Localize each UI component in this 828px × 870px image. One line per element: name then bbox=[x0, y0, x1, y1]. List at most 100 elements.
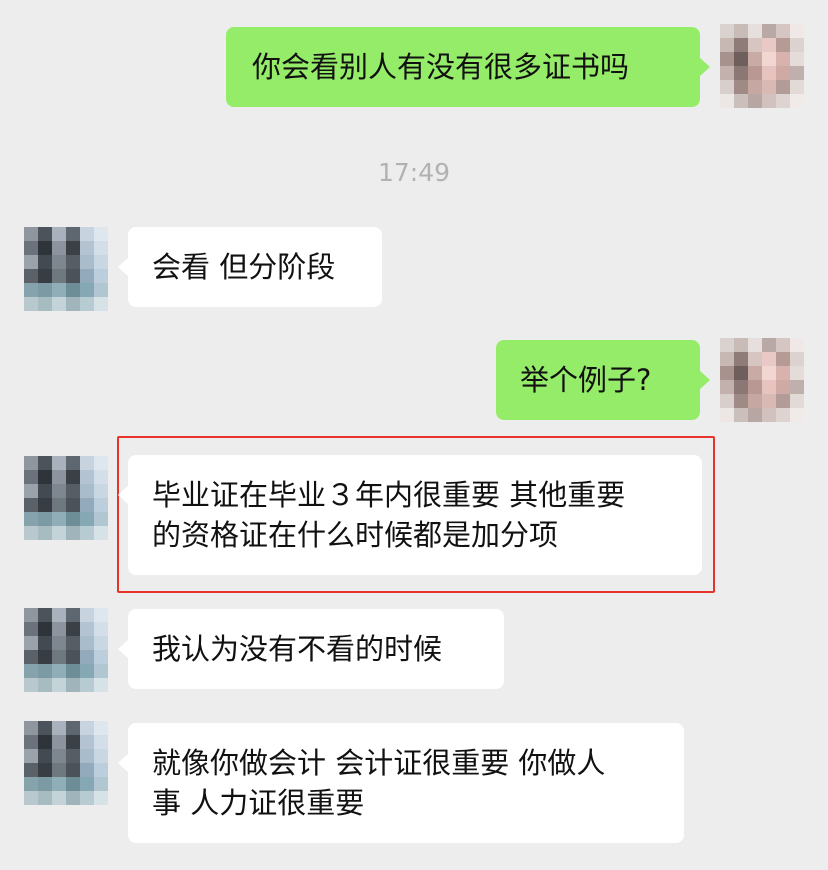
contact-avatar[interactable] bbox=[24, 456, 108, 540]
contact-avatar[interactable] bbox=[24, 227, 108, 311]
message-bubble-received[interactable]: 会看 但分阶段 bbox=[118, 227, 382, 307]
message-text: 你会看别人有没有很多证书吗 bbox=[252, 50, 630, 84]
avatar-mosaic-cell bbox=[66, 622, 80, 636]
message-text: 会看 但分阶段 bbox=[152, 250, 336, 284]
avatar-mosaic-cell bbox=[38, 735, 52, 749]
avatar-mosaic-cell bbox=[734, 52, 748, 66]
avatar-mosaic-cell bbox=[734, 66, 748, 80]
avatar-mosaic-cell bbox=[66, 763, 80, 777]
message-bubble-received-highlighted[interactable]: 毕业证在毕业３年内很重要 其他重要 的资格证在什么时候都是加分项 bbox=[118, 455, 702, 575]
avatar-mosaic-cell bbox=[748, 38, 762, 52]
avatar-mosaic-cell bbox=[762, 408, 776, 422]
message-bubble-sent[interactable]: 举个例子? bbox=[496, 340, 710, 420]
message-bubble-received[interactable]: 就像你做会计 会计证很重要 你做人 事 人力证很重要 bbox=[118, 723, 684, 843]
message-bubble-received[interactable]: 我认为没有不看的时候 bbox=[118, 609, 504, 689]
avatar-mosaic-cell bbox=[38, 470, 52, 484]
avatar-mosaic-cell bbox=[66, 241, 80, 255]
avatar-mosaic-cell bbox=[24, 650, 38, 664]
avatar-mosaic-cell bbox=[776, 352, 790, 366]
bubble-tail bbox=[118, 753, 129, 773]
avatar-mosaic-cell bbox=[790, 38, 804, 52]
avatar-mosaic-cell bbox=[762, 66, 776, 80]
avatar-mosaic-cell bbox=[94, 512, 108, 526]
avatar-mosaic-cell bbox=[720, 380, 734, 394]
avatar-mosaic-cell bbox=[762, 52, 776, 66]
avatar-mosaic-cell bbox=[94, 777, 108, 791]
avatar-mosaic-cell bbox=[720, 38, 734, 52]
avatar-mosaic-cell bbox=[734, 366, 748, 380]
avatar-mosaic-cell bbox=[24, 678, 38, 692]
avatar-mosaic-cell bbox=[94, 636, 108, 650]
avatar-mosaic-cell bbox=[24, 636, 38, 650]
avatar-mosaic-cell bbox=[762, 24, 776, 38]
avatar-mosaic-cell bbox=[38, 297, 52, 311]
avatar-mosaic-cell bbox=[38, 227, 52, 241]
avatar-mosaic-cell bbox=[38, 456, 52, 470]
avatar-mosaic-cell bbox=[80, 297, 94, 311]
avatar-mosaic-cell bbox=[66, 678, 80, 692]
avatar-mosaic-cell bbox=[734, 338, 748, 352]
avatar-mosaic-cell bbox=[66, 456, 80, 470]
avatar-mosaic-cell bbox=[52, 749, 66, 763]
avatar-mosaic-cell bbox=[24, 791, 38, 805]
avatar-mosaic-cell bbox=[80, 791, 94, 805]
avatar-mosaic-cell bbox=[790, 80, 804, 94]
avatar-mosaic-cell bbox=[66, 636, 80, 650]
avatar-mosaic-cell bbox=[94, 735, 108, 749]
avatar-mosaic-cell bbox=[748, 352, 762, 366]
bubble-tail bbox=[699, 370, 710, 390]
avatar-mosaic-cell bbox=[24, 735, 38, 749]
message-bubble-sent[interactable]: 你会看别人有没有很多证书吗 bbox=[226, 27, 710, 107]
avatar-mosaic-cell bbox=[94, 255, 108, 269]
avatar-mosaic-cell bbox=[734, 408, 748, 422]
avatar-mosaic-cell bbox=[66, 777, 80, 791]
avatar-mosaic-cell bbox=[66, 650, 80, 664]
avatar-mosaic-cell bbox=[748, 66, 762, 80]
avatar-mosaic-cell bbox=[776, 38, 790, 52]
avatar-mosaic-cell bbox=[80, 721, 94, 735]
avatar-mosaic-cell bbox=[776, 94, 790, 108]
avatar-mosaic-cell bbox=[94, 241, 108, 255]
avatar-mosaic-cell bbox=[720, 52, 734, 66]
avatar-mosaic-cell bbox=[38, 636, 52, 650]
avatar-mosaic-cell bbox=[80, 622, 94, 636]
avatar-mosaic-cell bbox=[38, 678, 52, 692]
avatar-mosaic-cell bbox=[52, 622, 66, 636]
avatar-mosaic-cell bbox=[94, 608, 108, 622]
avatar-mosaic-cell bbox=[38, 763, 52, 777]
avatar-mosaic-cell bbox=[94, 650, 108, 664]
avatar-mosaic-cell bbox=[52, 255, 66, 269]
avatar-mosaic-cell bbox=[38, 241, 52, 255]
avatar-mosaic-cell bbox=[94, 664, 108, 678]
avatar-mosaic-cell bbox=[24, 470, 38, 484]
avatar-mosaic-cell bbox=[24, 721, 38, 735]
contact-avatar[interactable] bbox=[24, 608, 108, 692]
avatar-mosaic-cell bbox=[52, 456, 66, 470]
avatar-mosaic-cell bbox=[52, 763, 66, 777]
avatar-mosaic-cell bbox=[52, 664, 66, 678]
contact-avatar[interactable] bbox=[24, 721, 108, 805]
avatar-mosaic-cell bbox=[80, 255, 94, 269]
avatar-mosaic-cell bbox=[762, 394, 776, 408]
self-avatar[interactable] bbox=[720, 338, 804, 422]
avatar-mosaic-cell bbox=[24, 763, 38, 777]
avatar-mosaic-cell bbox=[80, 735, 94, 749]
self-avatar[interactable] bbox=[720, 24, 804, 108]
avatar-mosaic-cell bbox=[748, 94, 762, 108]
avatar-mosaic-cell bbox=[52, 791, 66, 805]
avatar-mosaic-cell bbox=[66, 470, 80, 484]
avatar-mosaic-cell bbox=[762, 366, 776, 380]
avatar-mosaic-cell bbox=[720, 80, 734, 94]
avatar-mosaic-cell bbox=[94, 269, 108, 283]
avatar-mosaic-cell bbox=[66, 791, 80, 805]
avatar-mosaic-cell bbox=[94, 526, 108, 540]
avatar-mosaic-cell bbox=[80, 777, 94, 791]
avatar-mosaic-cell bbox=[748, 52, 762, 66]
avatar-mosaic-cell bbox=[38, 283, 52, 297]
message-text: 举个例子? bbox=[520, 363, 652, 397]
avatar-mosaic-cell bbox=[80, 512, 94, 526]
avatar-mosaic-cell bbox=[790, 352, 804, 366]
avatar-mosaic-cell bbox=[720, 408, 734, 422]
avatar-mosaic-cell bbox=[66, 484, 80, 498]
avatar-mosaic-cell bbox=[80, 749, 94, 763]
